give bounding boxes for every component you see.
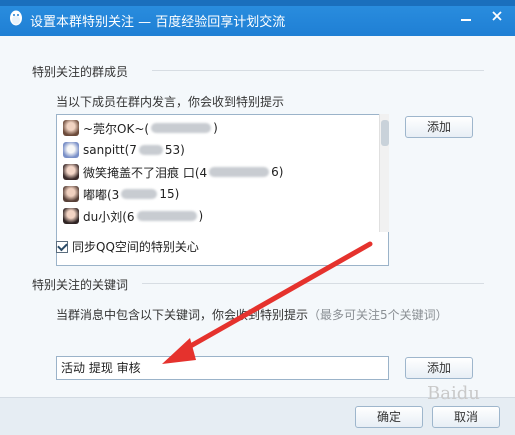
ok-button[interactable]: 确定: [355, 406, 423, 428]
member-name-suffix: ): [213, 121, 218, 135]
add-keyword-button[interactable]: 添加: [405, 357, 473, 379]
member-name-prefix: 微笑掩盖不了泪痕 口(4: [83, 165, 208, 180]
qq-penguin-icon: [10, 10, 22, 26]
title-bar: 设置本群特别关注 — 百度经验回享计划交流: [0, 0, 515, 36]
redacted-id: [138, 145, 163, 155]
scroll-thumb[interactable]: [381, 120, 389, 146]
minimize-icon: [461, 19, 471, 21]
members-section-title: 特别关注的群成员: [32, 65, 129, 79]
avatar: [63, 208, 79, 224]
redacted-id: [121, 189, 158, 199]
members-divider: [152, 70, 484, 71]
member-list-item[interactable]: sanpitt(7 53): [63, 139, 185, 161]
sync-qzone-checkbox[interactable]: [56, 240, 68, 253]
member-name-suffix: 15): [159, 187, 180, 201]
sync-qzone-label: 同步QQ空间的特别关心: [72, 240, 199, 254]
avatar: [63, 164, 79, 180]
keywords-input[interactable]: 活动 提现 审核: [56, 356, 389, 380]
keywords-hint: （最多可关注5个关键词）: [308, 308, 448, 322]
member-name-prefix: 嘟嘟(3: [83, 187, 120, 202]
cancel-button[interactable]: 取消: [432, 406, 500, 428]
member-list-scrollbar[interactable]: [379, 114, 389, 232]
member-list-item[interactable]: ~莞尔OK~( ): [63, 117, 218, 139]
member-name-suffix: 53): [164, 143, 185, 157]
title-strip: [0, 0, 515, 6]
member-list-item[interactable]: 微笑掩盖不了泪痕 口(4 6): [63, 161, 283, 183]
keywords-divider: [142, 283, 484, 284]
member-list-item[interactable]: 嘟嘟(3 15): [63, 183, 179, 205]
members-description: 当以下成员在群内发言，你会收到特别提示: [56, 95, 285, 109]
window-title: 设置本群特别关注 — 百度经验回享计划交流: [30, 15, 286, 30]
avatar: [63, 186, 79, 202]
member-name-prefix: du小刘(6: [83, 209, 135, 224]
baidu-watermark: Baidu: [427, 383, 480, 404]
check-icon: [56, 240, 68, 251]
member-list-item[interactable]: du小刘(6 ): [63, 205, 203, 227]
close-button[interactable]: [487, 8, 507, 28]
keywords-section-title: 特别关注的关键词: [32, 278, 129, 292]
member-name-suffix: ): [198, 209, 204, 223]
minimize-button[interactable]: [456, 8, 476, 28]
add-member-button[interactable]: 添加: [405, 116, 473, 138]
redacted-id: [209, 167, 270, 177]
member-name-prefix: sanpitt(7: [83, 143, 137, 157]
keywords-description: 当群消息中包含以下关键词，你会收到特别提示（最多可关注5个关键词）: [56, 306, 448, 323]
redacted-id: [151, 123, 212, 133]
sync-qzone-checkbox-row[interactable]: 同步QQ空间的特别关心: [56, 238, 199, 255]
member-name-prefix: ~莞尔OK~(: [83, 121, 150, 136]
member-name-suffix: 6): [271, 165, 284, 179]
keywords-description-text: 当群消息中包含以下关键词，你会收到特别提示: [56, 308, 309, 322]
close-icon: [492, 11, 502, 21]
avatar: [63, 120, 79, 136]
redacted-id: [136, 211, 197, 221]
avatar: [63, 142, 79, 158]
